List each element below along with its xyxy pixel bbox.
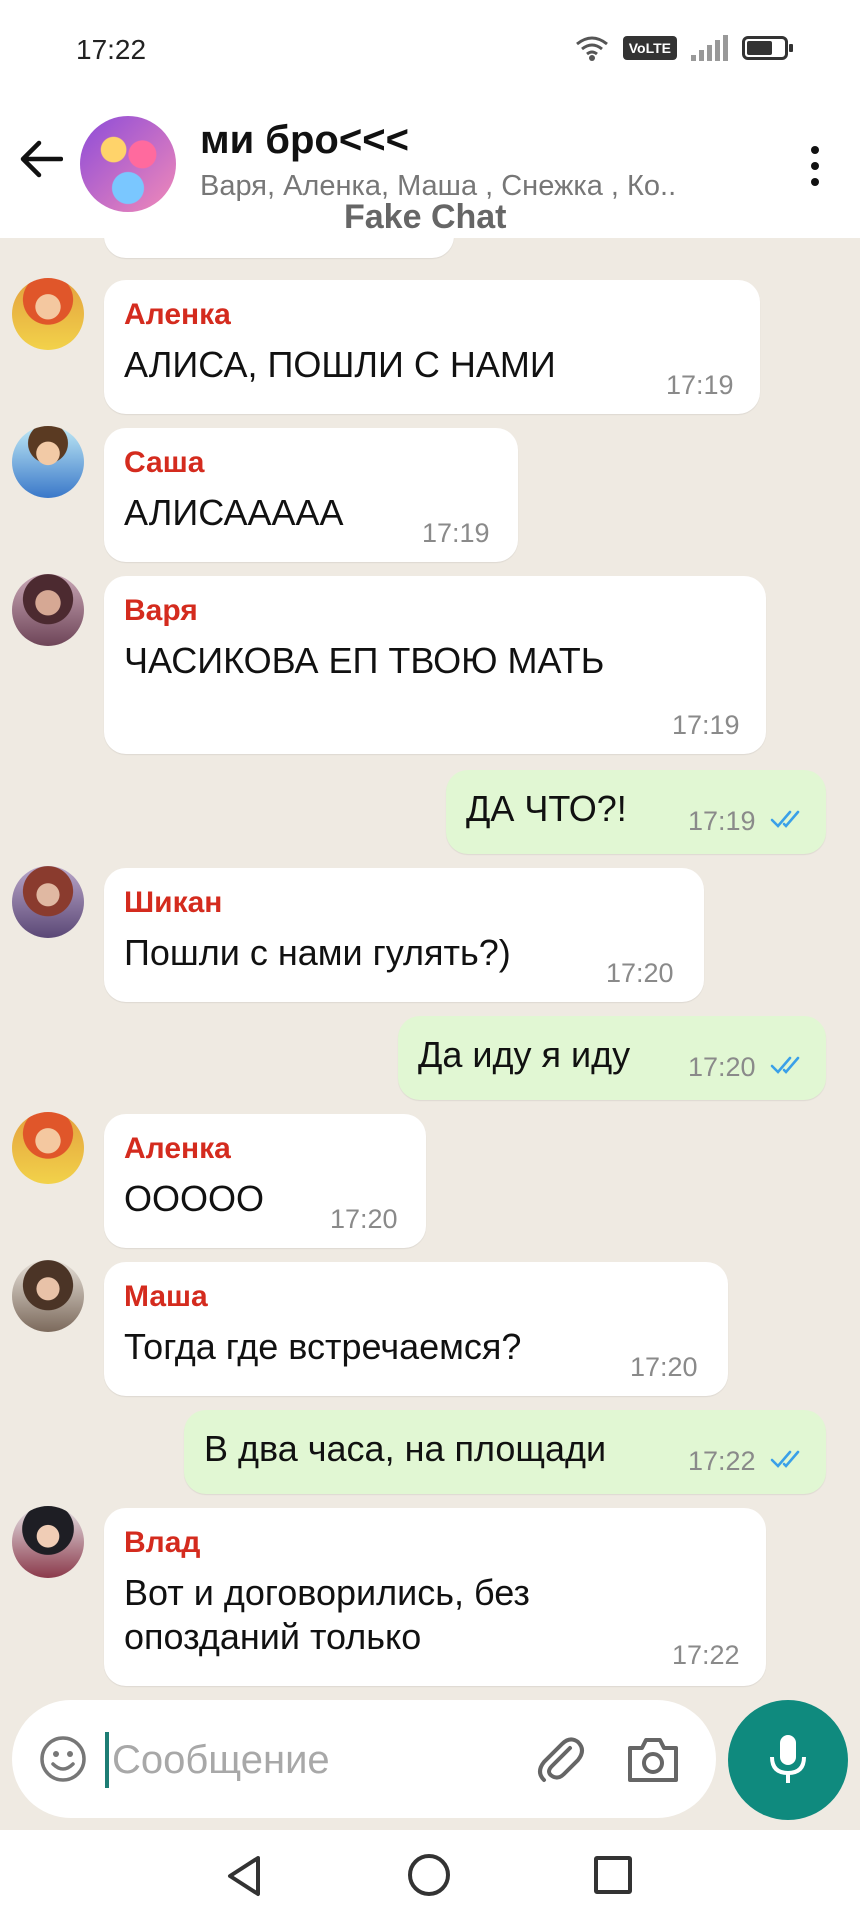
chat-title[interactable]: ми бро<<< <box>200 118 409 163</box>
mic-button[interactable] <box>728 1700 848 1820</box>
status-time: 17:22 <box>76 34 147 65</box>
sender-name: Влад <box>124 1526 201 1559</box>
message-text-line2: опозданий только <box>124 1616 422 1657</box>
message-bubble-incoming[interactable]: Варя ЧАСИКОВА ЕП ТВОЮ МАТЬ 17:19 <box>104 576 766 754</box>
message-time: 17:19 <box>688 806 756 836</box>
avatar[interactable] <box>12 574 84 646</box>
text-cursor <box>105 1732 109 1788</box>
avatar[interactable] <box>12 426 84 498</box>
wifi-icon <box>575 36 608 61</box>
message-bubble-incoming[interactable]: Аленка ООООО 17:20 <box>104 1114 426 1248</box>
message-text: Да иду я иду <box>418 1034 631 1075</box>
avatar[interactable] <box>12 1112 84 1184</box>
message-text: Пошли с нами гулять?) <box>124 932 511 973</box>
message-time: 17:19 <box>422 518 490 548</box>
message-text: ЧАСИКОВА ЕП ТВОЮ МАТЬ <box>124 640 605 681</box>
message-bubble-outgoing[interactable]: Да иду я иду 17:20 <box>398 1016 826 1100</box>
avatar[interactable] <box>12 866 84 938</box>
status-bar: 17:22 VoLTE <box>0 0 860 100</box>
message-bubble-incoming[interactable]: Саша АЛИСААААА 17:19 <box>104 428 518 562</box>
system-nav-bar <box>0 1830 860 1920</box>
message-bubble-incoming[interactable]: Маша Тогда где встречаемся? 17:20 <box>104 1262 728 1396</box>
message-bubble-outgoing[interactable]: ДА ЧТО?! 17:19 <box>446 770 826 854</box>
message-time: 17:20 <box>606 958 674 988</box>
back-arrow-icon <box>20 140 63 178</box>
message-time: 17:20 <box>688 1052 756 1082</box>
chat-header: ми бро<<< Варя, Аленка, Маша , Снежка , … <box>0 100 860 238</box>
double-check-icon <box>770 810 800 828</box>
volte-badge: VoLTE <box>622 36 677 60</box>
battery-icon <box>742 36 793 60</box>
signal-icon <box>691 35 728 61</box>
attach-icon[interactable] <box>532 1732 586 1786</box>
camera-icon[interactable] <box>626 1734 680 1784</box>
avatar[interactable] <box>12 1260 84 1332</box>
more-vert-icon <box>811 146 819 154</box>
compose-box <box>12 1700 716 1818</box>
back-button[interactable] <box>14 132 68 186</box>
emoji-icon[interactable] <box>38 1734 88 1784</box>
message-bubble-partial <box>104 238 454 258</box>
message-input[interactable] <box>112 1730 532 1790</box>
message-text: Вот и договорились, без <box>124 1572 530 1613</box>
nav-recent-icon[interactable] <box>594 1856 632 1894</box>
message-bubble-incoming[interactable]: Влад Вот и договорились, без опозданий т… <box>104 1508 766 1686</box>
message-text: В два часа, на площади <box>204 1428 607 1469</box>
double-check-icon <box>770 1450 800 1468</box>
group-avatar[interactable] <box>80 116 176 212</box>
message-time: 17:22 <box>672 1640 740 1670</box>
message-time: 17:22 <box>688 1446 756 1476</box>
message-text: АЛИСААААА <box>124 492 344 533</box>
sender-name: Аленка <box>124 298 231 331</box>
nav-home-icon[interactable] <box>408 1854 450 1896</box>
more-options-button[interactable] <box>790 136 840 196</box>
input-bar <box>0 1694 860 1824</box>
message-text: АЛИСА, ПОШЛИ С НАМИ <box>124 344 556 385</box>
double-check-icon <box>770 1056 800 1074</box>
message-bubble-outgoing[interactable]: В два часа, на площади 17:22 <box>184 1410 826 1494</box>
message-text: ООООО <box>124 1178 265 1219</box>
message-bubble-incoming[interactable]: Шикан Пошли с нами гулять?) 17:20 <box>104 868 704 1002</box>
message-time: 17:19 <box>666 370 734 400</box>
nav-back-icon[interactable] <box>224 1854 268 1898</box>
sender-name: Аленка <box>124 1132 231 1165</box>
sender-name: Маша <box>124 1280 208 1313</box>
message-text: ДА ЧТО?! <box>466 788 627 829</box>
message-time: 17:19 <box>672 710 740 740</box>
sender-name: Шикан <box>124 886 223 919</box>
watermark: Fake Chat <box>344 198 507 236</box>
mic-icon <box>770 1735 806 1783</box>
message-list[interactable]: Аленка АЛИСА, ПОШЛИ С НАМИ 17:19 Саша АЛ… <box>0 238 860 1694</box>
message-time: 17:20 <box>330 1204 398 1234</box>
avatar[interactable] <box>12 1506 84 1578</box>
message-text: Тогда где встречаемся? <box>124 1326 522 1367</box>
avatar[interactable] <box>12 278 84 350</box>
message-bubble-incoming[interactable]: Аленка АЛИСА, ПОШЛИ С НАМИ 17:19 <box>104 280 760 414</box>
sender-name: Варя <box>124 594 198 627</box>
sender-name: Саша <box>124 446 205 479</box>
message-time: 17:20 <box>630 1352 698 1382</box>
status-icons: VoLTE <box>575 34 793 62</box>
